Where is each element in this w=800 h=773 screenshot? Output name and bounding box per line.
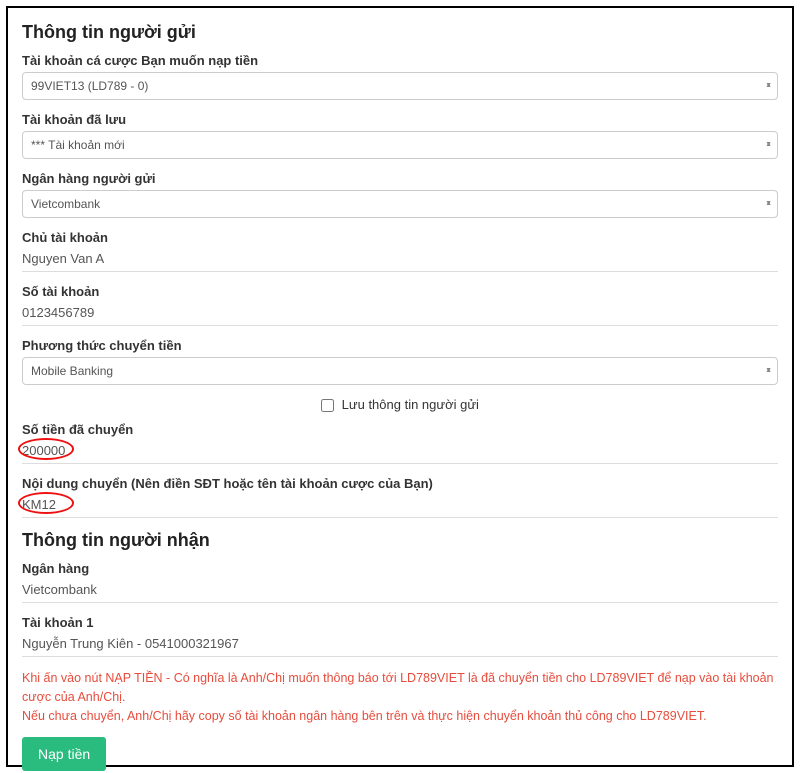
receiver-section-title: Thông tin người nhận [22, 530, 778, 551]
acc-number-value: 0123456789 [22, 303, 778, 326]
transfer-method-select[interactable]: Mobile Banking [22, 357, 778, 385]
sender-section-title: Thông tin người gửi [22, 22, 778, 43]
amount-input[interactable]: 200000 [22, 441, 778, 464]
receiver-bank-label: Ngân hàng [22, 561, 778, 576]
owner-field: Chủ tài khoản Nguyen Van A [22, 230, 778, 272]
receiver-bank-field: Ngân hàng Vietcombank [22, 561, 778, 603]
betting-account-field: Tài khoản cá cược Bạn muốn nạp tiền 99VI… [22, 53, 778, 100]
saved-account-value: *** Tài khoản mới [31, 138, 125, 152]
save-info-row: Lưu thông tin người gửi [22, 397, 778, 412]
acc-number-label: Số tài khoản [22, 284, 778, 299]
saved-account-select[interactable]: *** Tài khoản mới [22, 131, 778, 159]
saved-account-label: Tài khoản đã lưu [22, 112, 778, 127]
sender-bank-label: Ngân hàng người gửi [22, 171, 778, 186]
warning-line2: Nếu chưa chuyển, Anh/Chị hãy copy số tài… [22, 709, 707, 723]
betting-account-select[interactable]: 99VIET13 (LD789 - 0) [22, 72, 778, 100]
receiver-acc1-value: Nguyễn Trung Kiên - 0541000321967 [22, 634, 778, 657]
betting-account-label: Tài khoản cá cược Bạn muốn nạp tiền [22, 53, 778, 68]
acc-number-field: Số tài khoản 0123456789 [22, 284, 778, 326]
transfer-method-value: Mobile Banking [31, 364, 113, 378]
transfer-method-field: Phương thức chuyển tiền Mobile Banking ▲… [22, 338, 778, 385]
warning-text: Khi ấn vào nút NẠP TIỀN - Có nghĩa là An… [22, 669, 778, 725]
amount-label: Số tiền đã chuyển [22, 422, 778, 437]
receiver-acc1-label: Tài khoản 1 [22, 615, 778, 630]
receiver-acc1-field: Tài khoản 1 Nguyễn Trung Kiên - 05410003… [22, 615, 778, 657]
content-label: Nội dung chuyển (Nên điền SĐT hoặc tên t… [22, 476, 778, 491]
content-input[interactable]: KM12 [22, 495, 778, 518]
sender-bank-select[interactable]: Vietcombank [22, 190, 778, 218]
transfer-method-label: Phương thức chuyển tiền [22, 338, 778, 353]
deposit-button[interactable]: Nạp tiền [22, 737, 106, 771]
betting-account-value: 99VIET13 (LD789 - 0) [31, 79, 148, 93]
receiver-bank-value: Vietcombank [22, 580, 778, 603]
owner-value: Nguyen Van A [22, 249, 778, 272]
sender-bank-value: Vietcombank [31, 197, 100, 211]
saved-account-field: Tài khoản đã lưu *** Tài khoản mới ▲▼ [22, 112, 778, 159]
owner-label: Chủ tài khoản [22, 230, 778, 245]
deposit-form-frame: Thông tin người gửi Tài khoản cá cược Bạ… [6, 6, 794, 767]
save-info-checkbox[interactable] [321, 399, 334, 412]
save-info-label: Lưu thông tin người gửi [342, 397, 479, 412]
warning-line1: Khi ấn vào nút NẠP TIỀN - Có nghĩa là An… [22, 671, 774, 704]
content-field: Nội dung chuyển (Nên điền SĐT hoặc tên t… [22, 476, 778, 518]
sender-bank-field: Ngân hàng người gửi Vietcombank ▲▼ [22, 171, 778, 218]
amount-field: Số tiền đã chuyển 200000 [22, 422, 778, 464]
